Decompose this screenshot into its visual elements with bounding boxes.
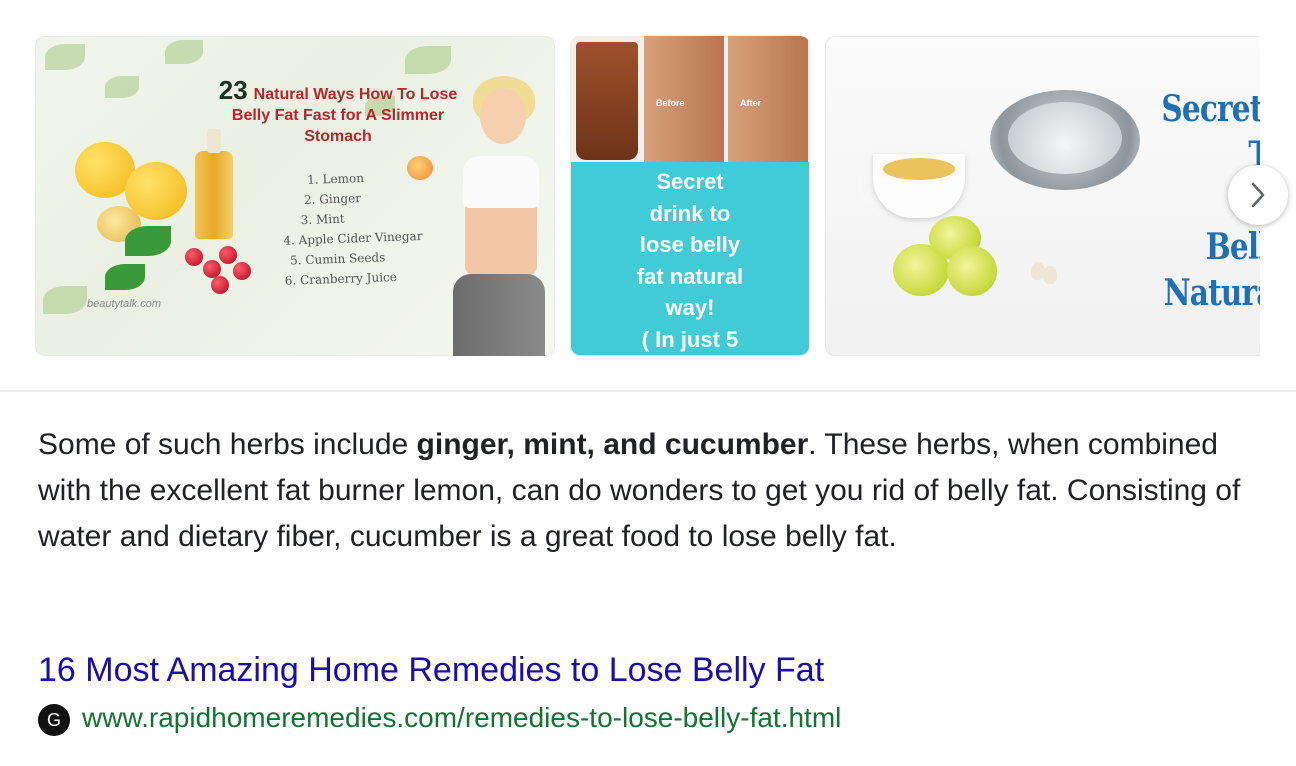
cranberry-image: [219, 246, 237, 264]
caption-line: Belly: [1205, 226, 1260, 268]
caption-line: Natural: [1163, 272, 1260, 314]
leaf-decoration: [165, 40, 203, 64]
image-title-text: Natural Ways How To Lose Belly Fat Fast …: [231, 86, 458, 145]
peach-image: [407, 156, 433, 180]
caption-line: lose belly: [639, 232, 741, 257]
leaf-decoration: [43, 286, 87, 314]
cranberry-image: [233, 262, 251, 280]
site-favicon-icon: G: [38, 704, 70, 736]
cranberry-image: [185, 248, 203, 266]
image-caption: Secret drink to lose belly fat natural w…: [570, 166, 810, 355]
result-title-link[interactable]: 16 Most Amazing Home Remedies to Lose Be…: [38, 645, 824, 695]
before-label: Before: [656, 98, 685, 108]
woman-image: [480, 88, 526, 144]
tea-cup-image: [883, 158, 955, 180]
mint-image: [125, 226, 171, 256]
image-thumbnail-2[interactable]: Before After Secret drink to lose belly …: [570, 36, 810, 356]
vinegar-bottle-image: [195, 129, 233, 239]
list-item: 6. Cranberry Juice: [284, 269, 398, 288]
caption-line: way!: [665, 295, 715, 320]
image-thumbnail-3[interactable]: Secret I To Lo Belly Natural: [825, 36, 1260, 356]
woman-image: [453, 274, 545, 356]
carousel-next-button[interactable]: [1228, 165, 1288, 225]
lime-image: [947, 246, 997, 296]
leaf-decoration: [405, 46, 451, 74]
result-url-link[interactable]: www.rapidhomeremedies.com/remedies-to-lo…: [82, 702, 841, 734]
caption-line: Secret: [656, 169, 724, 194]
snippet-text-start: Some of such herbs include: [38, 428, 417, 461]
after-label: After: [740, 98, 762, 108]
woman-image: [463, 156, 539, 208]
snippet-text: Some of such herbs include ginger, mint,…: [38, 422, 1268, 560]
snippet-highlight: ginger, mint, and cucumber: [416, 428, 809, 461]
mint-image: [105, 264, 145, 290]
leaf-decoration: [45, 44, 85, 70]
image-thumbnail-1[interactable]: 23 Natural Ways How To Lose Belly Fat Fas…: [35, 36, 555, 356]
image-carousel: 23 Natural Ways How To Lose Belly Fat Fas…: [35, 36, 1260, 356]
steel-bowl-image: [1008, 102, 1122, 174]
caption-line: drink to: [649, 200, 731, 226]
image-watermark: beautytalk.com: [87, 298, 161, 310]
chevron-right-icon: [1251, 182, 1265, 208]
image-title: 23 Natural Ways How To Lose Belly Fat Fas…: [203, 77, 473, 147]
image-title-number: 23: [218, 75, 248, 105]
result-source: G www.rapidhomeremedies.com/remedies-to-…: [38, 700, 841, 736]
cranberry-image: [211, 276, 229, 294]
drink-glass-image: [576, 42, 638, 160]
caption-line: fat natural: [636, 263, 744, 289]
before-after-photo: Before After: [570, 36, 810, 162]
divider: [0, 390, 1296, 392]
featured-snippet-card: 23 Natural Ways How To Lose Belly Fat Fas…: [0, 0, 1296, 766]
leaf-decoration: [105, 76, 139, 98]
caption-line: Secret I: [1161, 88, 1260, 130]
caption-line: ( In just 5: [641, 326, 739, 352]
garlic-image: [1043, 266, 1057, 284]
ingredient-list: 1. Lemon 2. Ginger 3. Mint 4. Apple Cide…: [281, 165, 445, 291]
